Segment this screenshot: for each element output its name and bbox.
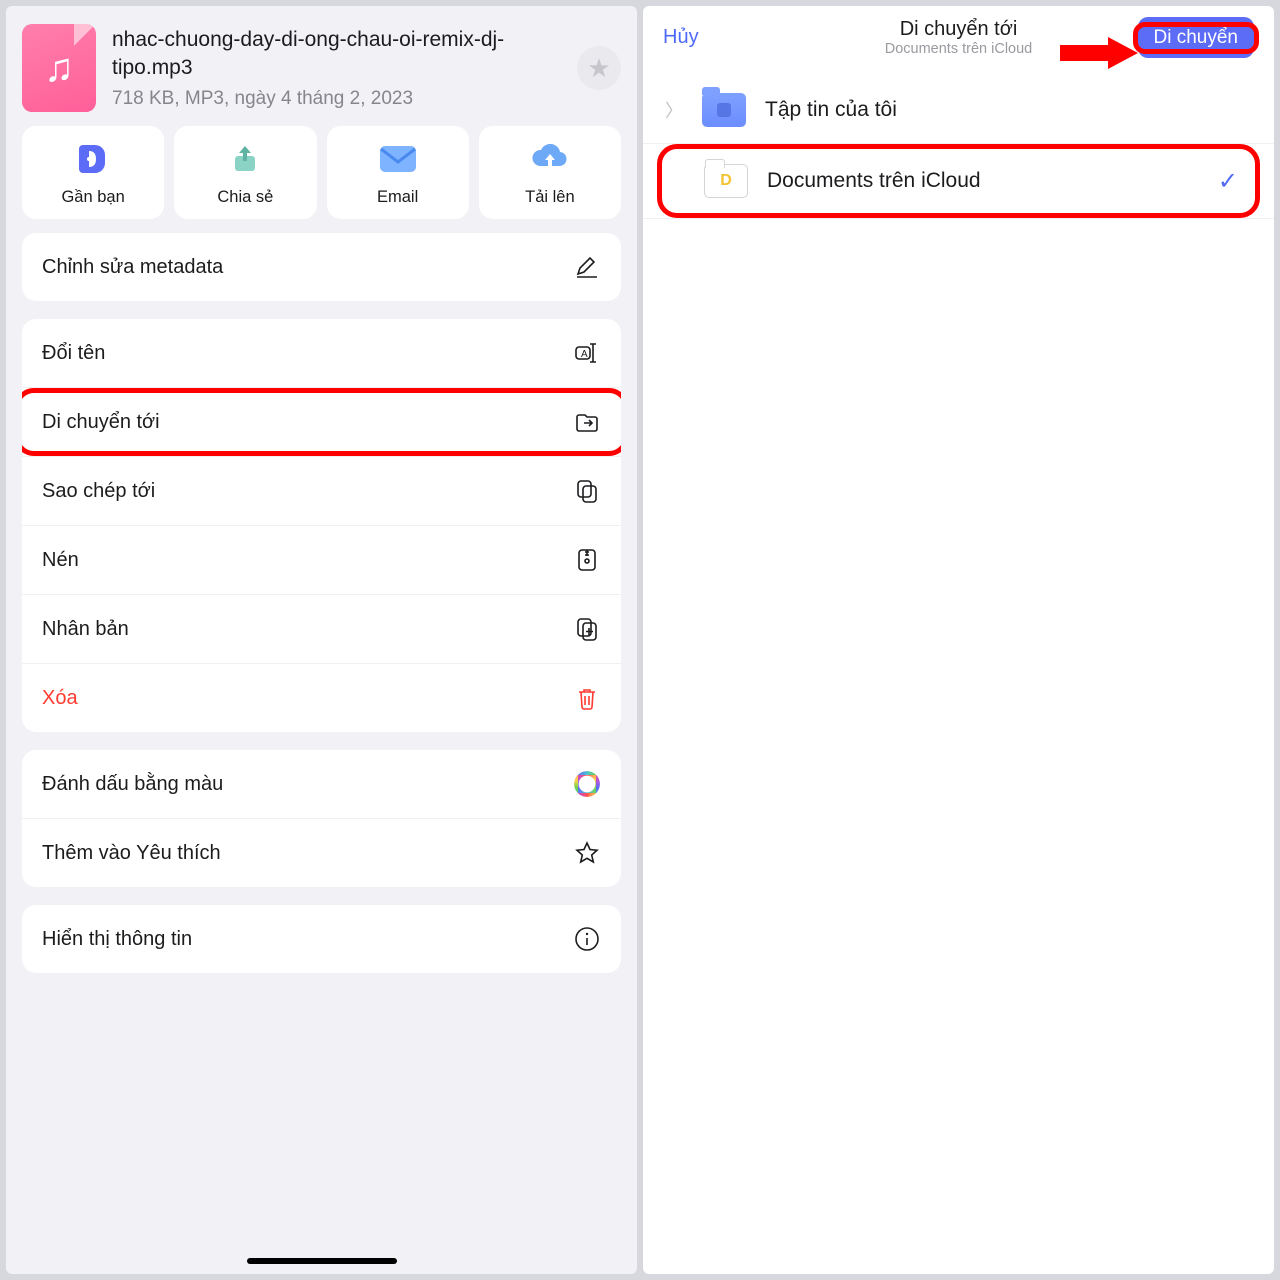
duplicate-row[interactable]: Nhân bản (22, 595, 621, 664)
metadata-section: Chỉnh sửa metadata (22, 233, 621, 301)
move-button[interactable]: Di chuyển (1138, 17, 1255, 58)
nearby-label: Gần bạn (61, 188, 124, 207)
move-icon (573, 408, 601, 436)
upload-icon (530, 144, 570, 174)
favorite-star-button[interactable]: ★ (577, 46, 621, 90)
file-name: nhac-chuong-day-di-ong-chau-oi-remix-dj-… (112, 26, 561, 83)
nav-bar: Hủy Di chuyển tới Documents trên iCloud … (643, 6, 1274, 57)
email-label: Email (377, 188, 418, 207)
nav-subtitle: Documents trên iCloud (885, 41, 1033, 57)
duplicate-icon (573, 615, 601, 643)
info-section: Hiển thị thông tin (22, 905, 621, 973)
upload-action[interactable]: Tải lên (479, 126, 621, 219)
nearby-icon (75, 141, 111, 177)
info-icon (573, 925, 601, 953)
check-icon: ✓ (1218, 167, 1238, 196)
file-meta: 718 KB, MP3, ngày 4 tháng 2, 2023 (112, 88, 561, 110)
move-to-row[interactable]: Di chuyển tới (22, 388, 621, 457)
move-button-wrap: Di chuyển (1138, 27, 1255, 49)
star-icon (573, 839, 601, 867)
zip-row[interactable]: Nén (22, 526, 621, 595)
folder-label: Documents trên iCloud (767, 169, 981, 193)
file-ops-section: Đổi tên A Di chuyển tới Sao chép tới Nén… (22, 319, 621, 732)
folder-documents-wrap: D Documents trên iCloud ✓ (657, 148, 1260, 214)
copy-icon (573, 477, 601, 505)
rename-row[interactable]: Đổi tên A (22, 319, 621, 388)
home-indicator[interactable] (247, 1258, 397, 1264)
arrow-icon (1058, 35, 1140, 71)
folder-documents-icloud[interactable]: D Documents trên iCloud ✓ (657, 148, 1260, 214)
delete-row[interactable]: Xóa (22, 664, 621, 732)
upload-label: Tải lên (525, 188, 575, 207)
add-favorite-row[interactable]: Thêm vào Yêu thích (22, 819, 621, 887)
email-action[interactable]: Email (327, 126, 469, 219)
share-action[interactable]: Chia sẻ (174, 126, 316, 219)
chevron-right-icon: 〉 (665, 97, 683, 123)
folder-list: 〉 Tập tin của tôi D Documents trên iClou… (643, 77, 1274, 219)
zip-icon (573, 546, 601, 574)
svg-text:A: A (581, 349, 588, 360)
folder-my-files[interactable]: 〉 Tập tin của tôi (643, 77, 1274, 144)
folder-label: Tập tin của tôi (765, 98, 897, 122)
pencil-icon (573, 253, 601, 281)
file-header: ♫ nhac-chuong-day-di-ong-chau-oi-remix-d… (6, 6, 637, 126)
cancel-button[interactable]: Hủy (663, 26, 699, 49)
folder-white-icon: D (703, 162, 749, 200)
share-label: Chia sẻ (217, 188, 273, 207)
folder-blue-icon (701, 91, 747, 129)
file-music-icon: ♫ (22, 24, 96, 112)
color-icon (573, 770, 601, 798)
left-screen: ♫ nhac-chuong-day-di-ong-chau-oi-remix-d… (6, 6, 637, 1274)
copy-to-row[interactable]: Sao chép tới (22, 457, 621, 526)
quick-action-row: Gần bạn Chia sẻ Email Tải lên (6, 126, 637, 233)
file-info: nhac-chuong-day-di-ong-chau-oi-remix-dj-… (112, 26, 561, 111)
nav-title: Di chuyển tới (885, 18, 1033, 41)
right-screen: Hủy Di chuyển tới Documents trên iCloud … (643, 6, 1274, 1274)
color-tag-row[interactable]: Đánh dấu bằng màu (22, 750, 621, 819)
misc-section: Đánh dấu bằng màu Thêm vào Yêu thích (22, 750, 621, 887)
share-icon (228, 142, 262, 176)
edit-metadata-row[interactable]: Chỉnh sửa metadata (22, 233, 621, 301)
nav-center: Di chuyển tới Documents trên iCloud (885, 18, 1033, 57)
rename-icon: A (573, 339, 601, 367)
email-icon (379, 145, 417, 173)
nearby-action[interactable]: Gần bạn (22, 126, 164, 219)
show-info-row[interactable]: Hiển thị thông tin (22, 905, 621, 973)
trash-icon (573, 684, 601, 712)
